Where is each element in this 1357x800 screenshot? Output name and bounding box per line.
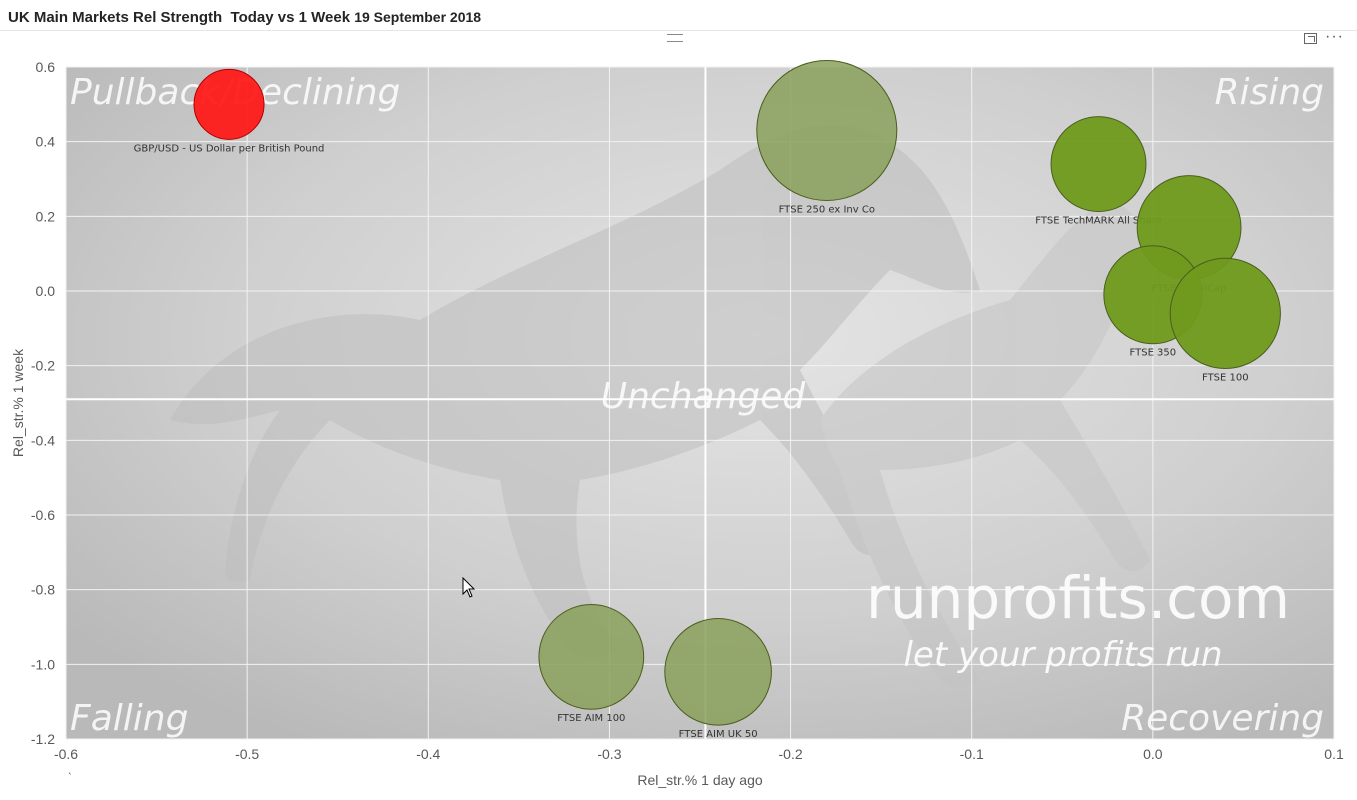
visual-border [0, 30, 1357, 31]
x-tick-label: -0.2 [779, 746, 803, 762]
x-tick-label: -0.5 [235, 746, 259, 762]
bubble-label: FTSE 250 ex Inv Co [779, 204, 875, 215]
bubble-circle[interactable] [538, 603, 645, 710]
bubble-circle[interactable] [193, 68, 265, 140]
quadrant-label-falling: Falling [70, 698, 188, 739]
y-tick-label: -0.6 [31, 507, 55, 523]
x-tick-label: -0.4 [416, 746, 440, 762]
y-tick-label: -1.0 [31, 656, 55, 672]
y-tick-label: -0.8 [31, 582, 55, 598]
quadrant-label-unchanged: Unchanged [601, 376, 807, 417]
x-tick-label: -0.6 [54, 746, 78, 762]
bubble-label: FTSE 350 [1130, 348, 1177, 359]
y-tick-label: 0.4 [36, 134, 56, 150]
bubble-circle[interactable] [664, 617, 772, 726]
quadrant-label-rising: Rising [1215, 72, 1324, 113]
x-tick-label: -0.1 [960, 746, 984, 762]
y-tick-label: 0.0 [36, 283, 56, 299]
bubble-label: FTSE 100 [1202, 373, 1249, 384]
y-tick-label: 0.2 [36, 208, 56, 224]
x-tick-label: 0.1 [1324, 746, 1344, 762]
x-axis-label: Rel_str.% 1 day ago [637, 772, 763, 788]
watermark-main: runprofits.com [866, 564, 1290, 632]
bubble-circle[interactable] [1169, 257, 1281, 370]
x-tick-label: 0.0 [1143, 746, 1163, 762]
chart-title-text: UK Main Markets Rel Strength Today vs 1 … [8, 9, 351, 26]
mouse-cursor-icon [462, 577, 476, 598]
y-axis-label: Rel_str.% 1 week [10, 348, 26, 457]
y-tick-label: -0.2 [31, 358, 55, 374]
y-tick-label: 0.6 [36, 59, 56, 75]
bubble-chart: Pullback/Declining Rising Falling Recove… [10, 59, 1344, 788]
stray-mark: ` [68, 772, 72, 784]
bubble-label: FTSE AIM 100 [557, 713, 625, 724]
bubble-circle[interactable] [1050, 116, 1147, 213]
bubble-circle[interactable] [756, 59, 898, 201]
bubble-label: FTSE AIM UK 50 [679, 729, 758, 740]
chart-date: 19 September 2018 [354, 9, 482, 25]
bubble-label: GBP/USD - US Dollar per British Pound [134, 143, 325, 154]
x-tick-label: -0.3 [597, 746, 621, 762]
quadrant-label-recovering: Recovering [1121, 698, 1324, 739]
y-tick-label: -0.4 [31, 432, 55, 448]
y-tick-label: -1.2 [31, 731, 55, 747]
chart-title: UK Main Markets Rel Strength Today vs 1 … [8, 9, 481, 26]
watermark-tagline: let your profits run [903, 635, 1222, 675]
